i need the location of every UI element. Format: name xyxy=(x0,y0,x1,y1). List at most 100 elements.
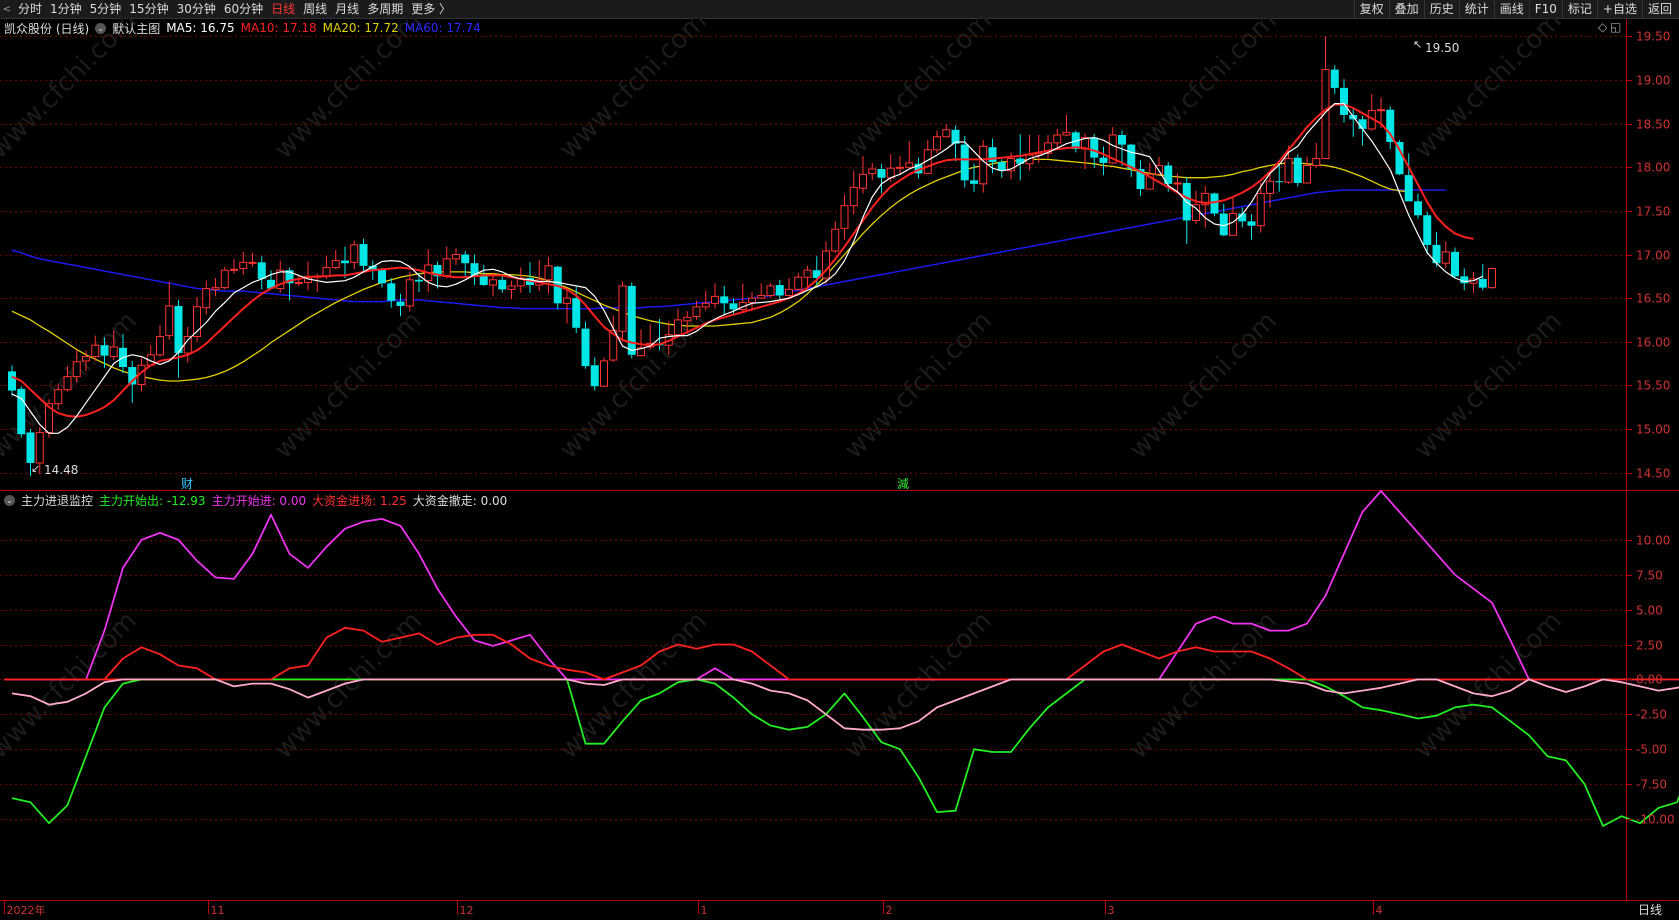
candle-body-up xyxy=(1173,182,1182,185)
candle-body-up xyxy=(82,356,90,362)
candle-body-up xyxy=(803,269,812,278)
candle-body-up xyxy=(202,288,211,309)
watermark-text: www.cfchi.com xyxy=(269,306,428,465)
date-label: 2 xyxy=(886,904,893,917)
candle-body-up xyxy=(683,316,692,322)
candle-body-up xyxy=(507,285,516,290)
date-label: 4 xyxy=(1376,904,1383,917)
candle-body-up xyxy=(905,162,914,168)
watermark-text: www.cfchi.com xyxy=(839,6,998,165)
price-tick-label: 17.00 xyxy=(1636,249,1670,263)
candle-body-up xyxy=(211,287,220,290)
candle-body-down xyxy=(1090,137,1099,158)
candle-body-up xyxy=(831,228,840,252)
candle-body-up xyxy=(674,319,682,336)
price-tick-label: 19.50 xyxy=(1636,30,1670,44)
indicator-out-line xyxy=(11,678,1679,827)
indicator-tick-label: -10.00 xyxy=(1636,813,1675,827)
candle-body-down xyxy=(1330,69,1339,88)
ma5-value: MA5: 16.75 xyxy=(166,21,235,35)
candle-body-up xyxy=(544,265,553,281)
indicator-tick-label: 0.00 xyxy=(1636,673,1663,687)
date-axis: 2022年 11 12 1 2 3 4 日线 xyxy=(4,900,1662,917)
low-price-label: 14.48 xyxy=(44,463,78,477)
indicator-tick-label: -2.50 xyxy=(1636,708,1667,722)
candle-body-up xyxy=(35,431,44,464)
candle-body-down xyxy=(100,345,109,356)
candlestick-layer xyxy=(8,36,1496,477)
watermark-text: www.cfchi.com xyxy=(554,6,713,165)
candle-body-up xyxy=(757,294,766,299)
candle-body-down xyxy=(572,298,581,328)
date-label: 12 xyxy=(460,904,474,917)
candle-body-up xyxy=(1053,134,1062,144)
indicator-tick-label: 5.00 xyxy=(1636,604,1663,618)
candle-body-up xyxy=(1266,180,1274,194)
indicator-dropdown-icon[interactable]: ⌄ xyxy=(4,494,15,506)
watermark-text: www.cfchi.com xyxy=(839,606,998,765)
ma60-value: MA60: 17.74 xyxy=(404,21,481,35)
price-tick-label: 18.00 xyxy=(1636,161,1670,175)
candle-body-up xyxy=(220,269,229,289)
candle-body-up xyxy=(350,244,359,263)
candle-body-down xyxy=(1451,251,1459,277)
candle-body-down xyxy=(1016,158,1025,164)
candle-body-up xyxy=(54,389,63,405)
candle-body-up xyxy=(563,297,571,304)
reduce-marker: 減 xyxy=(897,476,909,491)
candle-body-up xyxy=(1488,267,1496,289)
candle-body-down xyxy=(877,169,886,178)
price-axis: 19.50 19.00 18.50 18.00 17.50 17.00 16.50 16.00… xyxy=(1626,30,1670,481)
indicator-layer xyxy=(4,490,1679,827)
watermark-text: www.cfchi.com xyxy=(554,606,713,765)
candle-body-up xyxy=(1377,109,1385,112)
indicator-name[interactable]: 主力进退监控 xyxy=(21,492,93,509)
big-in-value: 大资金进场: 1.25 xyxy=(312,493,407,508)
candle-body-down xyxy=(720,296,729,304)
candle-body-down xyxy=(341,260,349,264)
candle-body-down xyxy=(461,254,470,264)
stock-name: 凯众股份 (日线) xyxy=(4,21,90,36)
corner-menu-icon: ◱ xyxy=(1610,20,1621,34)
watermark-text: www.cfchi.com xyxy=(269,606,428,765)
ma60-path xyxy=(11,189,1446,310)
candle-body-up xyxy=(322,267,331,277)
candle-body-down xyxy=(1478,278,1487,288)
candle-body-down xyxy=(960,144,969,181)
candle-body-up xyxy=(442,258,451,276)
candle-body-up xyxy=(1062,131,1071,136)
candle-body-down xyxy=(581,328,590,367)
candle-body-up xyxy=(1441,251,1450,264)
main-out-value: 主力开始出: -12.93 xyxy=(99,493,206,508)
candle-body-down xyxy=(1118,135,1126,145)
candle-body-down xyxy=(8,371,16,391)
stock-chart[interactable]: www.cfchi.com www.cfchi.com www.cfchi.com w… xyxy=(0,0,1679,920)
candle-body-up xyxy=(766,285,775,296)
candle-body-down xyxy=(1099,157,1108,163)
template-dropdown-icon[interactable]: ⌄ xyxy=(95,22,107,34)
ma5-path xyxy=(11,102,1484,434)
watermark-text: www.cfchi.com xyxy=(839,306,998,465)
candle-body-up xyxy=(109,346,118,358)
indicator-tick-label: 7.50 xyxy=(1636,569,1663,583)
date-label: 2022年 xyxy=(7,903,46,917)
candle-body-down xyxy=(1423,215,1432,245)
indicator-big_in-line xyxy=(12,626,1679,681)
candle-body-up xyxy=(933,136,941,151)
ma60-line xyxy=(11,189,1446,310)
candle-body-up xyxy=(156,335,164,356)
indicator-tick-label: -7.50 xyxy=(1636,778,1667,792)
candle-body-up xyxy=(840,205,849,229)
candle-body-down xyxy=(1293,157,1302,183)
candle-body-down xyxy=(970,180,978,184)
candle-body-up xyxy=(489,279,497,286)
ma10-line xyxy=(11,103,1474,418)
candle-body-up xyxy=(405,279,414,307)
price-tick-label: 14.50 xyxy=(1636,467,1670,481)
watermark-text: www.cfchi.com xyxy=(1409,6,1568,165)
candle-body-down xyxy=(1275,181,1284,183)
candle-body-up xyxy=(618,285,627,332)
template-name[interactable]: 默认主图 xyxy=(112,20,160,37)
candle-body-down xyxy=(415,279,423,282)
ma10-path xyxy=(11,103,1474,418)
